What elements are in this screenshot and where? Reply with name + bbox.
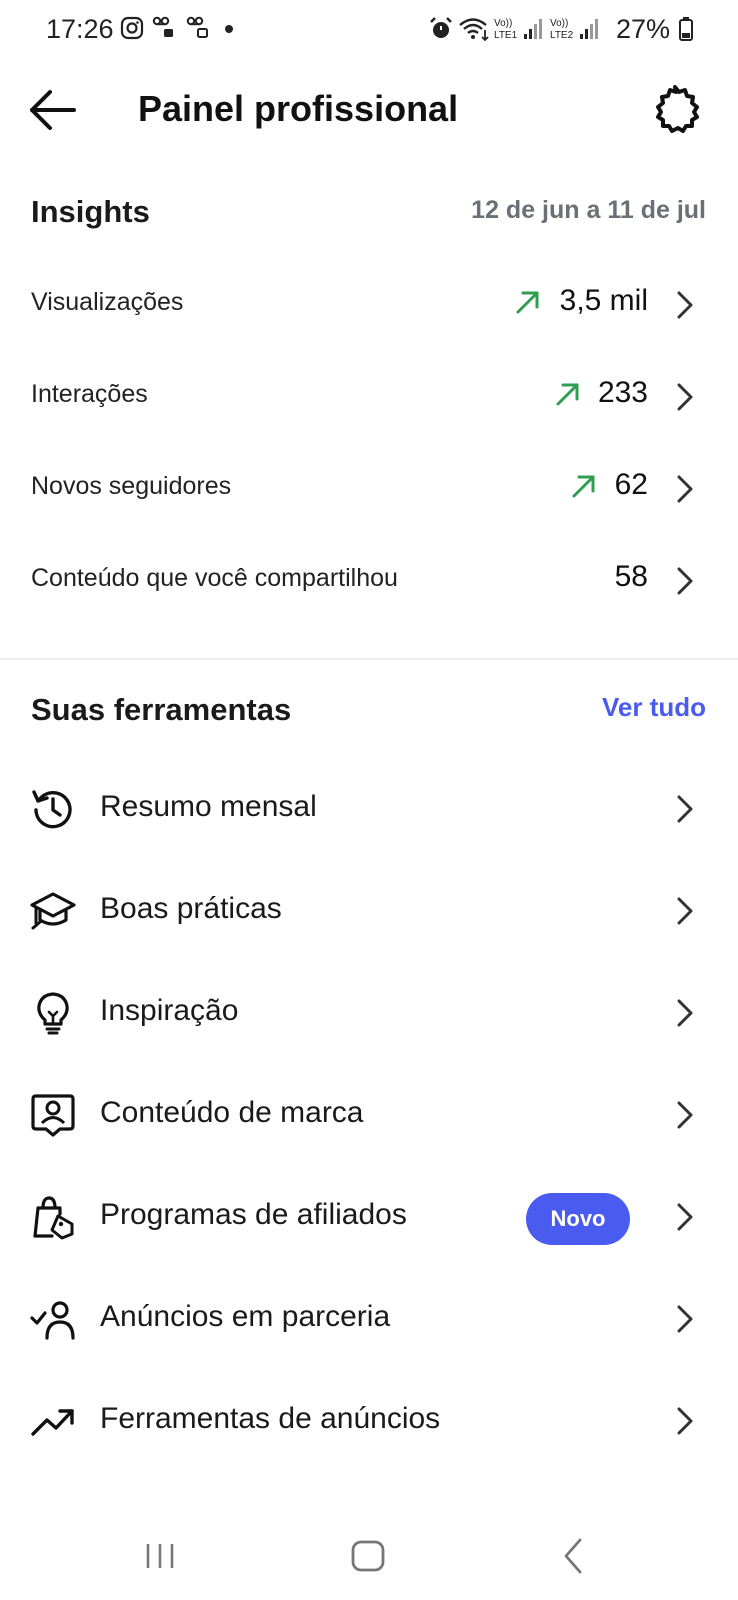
metric-label: Conteúdo que você compartilhou xyxy=(31,564,398,592)
back-icon[interactable] xyxy=(552,1534,596,1578)
tool-label: Boas práticas xyxy=(100,892,282,925)
trend-up-icon xyxy=(572,475,595,498)
status-time: 17:26 xyxy=(46,14,114,44)
chevron-right-icon xyxy=(677,1101,693,1129)
chevron-right-icon xyxy=(677,1203,693,1231)
instagram-icon xyxy=(120,16,144,40)
arrow-left-icon[interactable] xyxy=(28,88,78,132)
battery-icon xyxy=(679,17,693,41)
lte2-signal-icon: Vo)) LTE2 xyxy=(550,18,598,41)
battery-percent: 27% xyxy=(616,14,671,44)
tool-label: Conteúdo de marca xyxy=(100,1096,364,1129)
tool-label: Inspiração xyxy=(100,994,239,1027)
chevron-right-icon xyxy=(677,567,693,595)
tools-title: Suas ferramentas xyxy=(31,692,292,727)
chevron-right-icon xyxy=(677,291,693,319)
wifi-icon xyxy=(459,18,489,42)
svg-text:Vo)): Vo)) xyxy=(494,18,512,29)
tool-item-ad-tools[interactable]: Ferramentas de anúncios xyxy=(0,1372,738,1468)
dot-icon xyxy=(225,25,233,33)
metric-value: 3,5 mil xyxy=(559,284,648,317)
metric-label: Interações xyxy=(31,380,148,408)
metric-row-shared-content[interactable]: Conteúdo que você compartilhou 58 xyxy=(0,542,738,622)
graduation-cap-icon xyxy=(30,892,76,930)
metric-value: 233 xyxy=(597,376,648,409)
home-icon[interactable] xyxy=(346,1534,390,1578)
alarm-icon xyxy=(430,17,452,38)
trend-up-icon xyxy=(516,291,539,314)
metric-label: Visualizações xyxy=(31,288,184,316)
tool-item-monthly-summary[interactable]: Resumo mensal xyxy=(0,760,738,856)
user-check-icon xyxy=(30,1301,75,1340)
recents-icon[interactable] xyxy=(138,1534,182,1578)
metric-value: 58 xyxy=(614,560,648,593)
tool-label: Programas de afiliados xyxy=(100,1198,407,1231)
lightbulb-icon xyxy=(37,992,69,1035)
tool-item-partnership-ads[interactable]: Anúncios em parceria xyxy=(0,1270,738,1366)
tool-item-branded-content[interactable]: Conteúdo de marca xyxy=(0,1066,738,1162)
tool-label: Anúncios em parceria xyxy=(100,1300,391,1333)
svg-text:LTE2: LTE2 xyxy=(550,30,574,41)
history-icon xyxy=(32,790,72,829)
lte1-signal-icon: Vo)) LTE1 xyxy=(494,18,542,41)
trend-up-icon xyxy=(556,383,579,406)
metric-row-interactions[interactable]: Interações 233 xyxy=(0,358,738,438)
insights-date-range: 12 de jun a 11 de jul xyxy=(471,196,706,224)
page-title: Painel profissional xyxy=(138,88,459,129)
metric-row-views[interactable]: Visualizações 3,5 mil xyxy=(0,266,738,346)
chevron-right-icon xyxy=(677,475,693,503)
svg-text:LTE1: LTE1 xyxy=(494,30,518,41)
metric-value: 62 xyxy=(614,468,648,501)
tool-item-inspiration[interactable]: Inspiração xyxy=(0,964,738,1060)
tool-item-affiliate-programs[interactable]: Programas de afiliados Novo xyxy=(0,1168,738,1264)
tool-label: Resumo mensal xyxy=(100,790,317,823)
chevron-right-icon xyxy=(677,1305,693,1333)
voicemail-icon xyxy=(152,16,173,37)
tool-label: Ferramentas de anúncios xyxy=(100,1402,441,1435)
svg-text:Vo)): Vo)) xyxy=(550,18,568,29)
shopping-bag-tag-icon xyxy=(33,1196,74,1240)
insights-title: Insights xyxy=(31,194,150,229)
chevron-right-icon xyxy=(677,897,693,925)
gear-icon[interactable] xyxy=(650,84,700,134)
see-all-link[interactable]: Ver tudo xyxy=(602,692,706,723)
header: Painel profissional xyxy=(0,70,738,150)
new-badge: Novo xyxy=(526,1193,630,1245)
chevron-right-icon xyxy=(677,383,693,411)
trending-up-icon xyxy=(31,1409,74,1436)
metric-label: Novos seguidores xyxy=(31,472,232,500)
chevron-right-icon xyxy=(677,795,693,823)
metric-row-new-followers[interactable]: Novos seguidores 62 xyxy=(0,450,738,530)
tool-item-best-practices[interactable]: Boas práticas xyxy=(0,862,738,958)
chevron-right-icon xyxy=(677,999,693,1027)
branded-content-icon xyxy=(31,1094,75,1137)
chevron-right-icon xyxy=(677,1407,693,1435)
voicemail-icon xyxy=(186,16,208,38)
navigation-bar xyxy=(0,1520,738,1600)
section-divider xyxy=(0,658,738,660)
status-bar: 17:26 Vo)) LTE1 Vo)) LTE2 27% xyxy=(0,0,738,60)
